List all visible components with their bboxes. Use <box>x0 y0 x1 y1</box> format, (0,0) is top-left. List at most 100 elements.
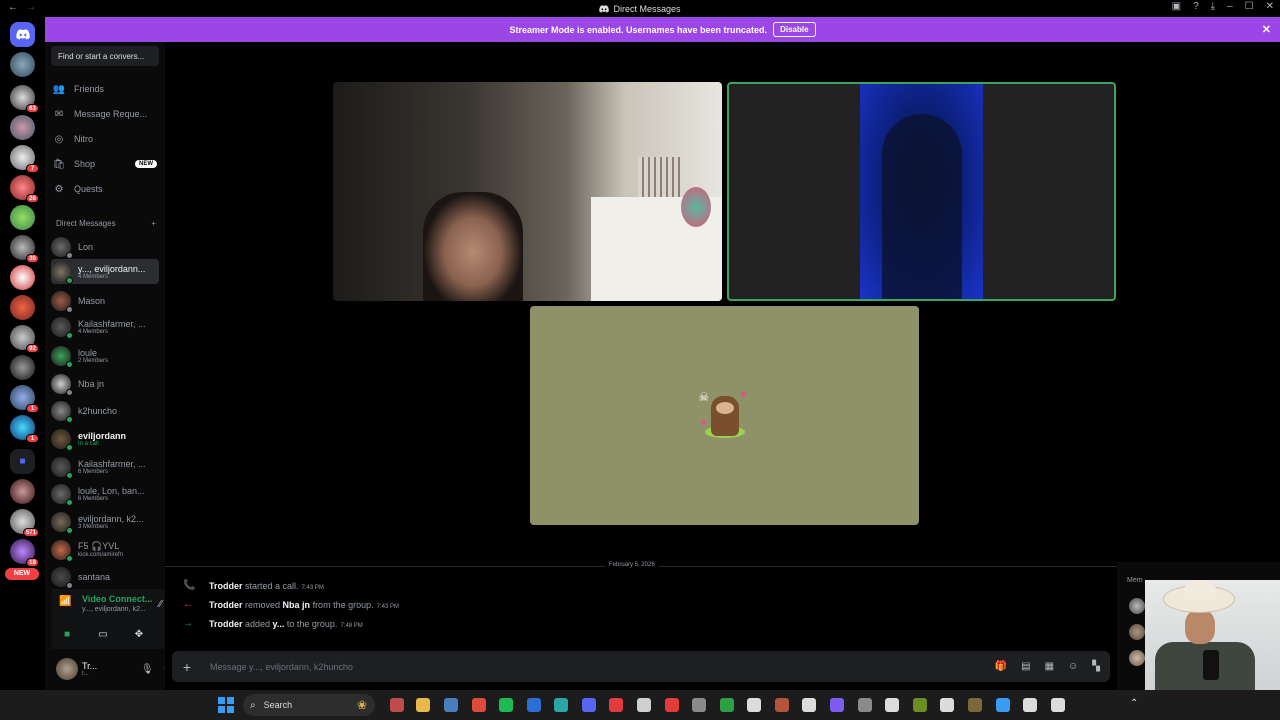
close-icon[interactable]: ✕ <box>1262 23 1271 36</box>
message-target[interactable]: y... <box>273 619 285 629</box>
discord-taskbar-icon[interactable] <box>582 698 596 712</box>
app-icon[interactable] <box>554 698 568 712</box>
video-tile[interactable] <box>333 82 722 301</box>
dm-item[interactable]: loule 2 Members <box>51 343 159 368</box>
nav-shop[interactable]: 🛍 Shop NEW <box>53 154 163 174</box>
app-icon[interactable] <box>775 698 789 712</box>
server-icon[interactable] <box>10 115 35 140</box>
close-window-icon[interactable]: ✕ <box>1266 1 1274 12</box>
youtube-icon[interactable] <box>609 698 623 712</box>
media-app-icon[interactable] <box>665 698 679 712</box>
dm-item[interactable]: Mason <box>51 288 159 313</box>
taskbar-search[interactable]: ⌕ Search ❀ <box>243 694 375 716</box>
nav-friends[interactable]: 👥 Friends <box>53 79 163 99</box>
download-icon[interactable]: ⤓ <box>1211 1 1215 12</box>
gif-icon[interactable]: ▤ <box>1021 661 1030 672</box>
avatar-tile[interactable]: ☠ ♥ ♥ <box>530 306 919 525</box>
dm-item[interactable]: Nba jn <box>51 371 159 396</box>
dm-item[interactable]: santana <box>51 564 159 589</box>
app-icon[interactable] <box>637 698 651 712</box>
gamepad-icon[interactable] <box>858 698 872 712</box>
dm-item[interactable]: k2huncho <box>51 398 159 423</box>
message-actor[interactable]: Trodder <box>209 581 243 591</box>
message-input[interactable]: Message y..., eviljordann, k2huncho <box>210 662 353 672</box>
dm-item[interactable]: F5 🎧YVL kick.com/amirefn <box>51 537 159 562</box>
message-actor[interactable]: Trodder <box>209 619 243 629</box>
server-icon[interactable] <box>10 479 35 504</box>
dm-item[interactable]: loule, Lon, ban... 6 Members <box>51 481 159 506</box>
dm-item[interactable]: Kailashfarmer, ... 4 Members <box>51 314 159 339</box>
app-icon[interactable] <box>913 698 927 712</box>
chrome-icon[interactable] <box>472 698 486 712</box>
app-icon[interactable] <box>885 698 899 712</box>
activities-icon[interactable]: ✥ <box>131 627 147 641</box>
app-icon[interactable] <box>996 698 1010 712</box>
sticker-icon[interactable]: ▦ <box>1045 661 1054 672</box>
dm-item[interactable]: y..., eviljordann... 4 Members <box>51 259 159 284</box>
minimize-icon[interactable]: – <box>1227 1 1233 12</box>
server-icon[interactable]: 63 <box>10 85 39 113</box>
nav-quests[interactable]: ⚙ Quests <box>53 179 163 199</box>
server-icon[interactable] <box>10 52 35 77</box>
server-icon[interactable] <box>10 205 35 230</box>
back-arrow-icon[interactable]: ← <box>8 2 18 13</box>
dm-item[interactable]: eviljordann In a call <box>51 426 159 451</box>
app-icon[interactable] <box>802 698 816 712</box>
create-dm-icon[interactable]: + <box>151 219 156 228</box>
server-icon[interactable]: 92 <box>10 325 39 353</box>
attach-plus-icon[interactable]: + <box>172 659 202 675</box>
screen-share-icon[interactable]: ▭ <box>95 627 111 641</box>
file-explorer-icon[interactable] <box>416 698 430 712</box>
dm-item[interactable]: eviljordann, k2... 3 Members <box>51 509 159 534</box>
member-avatar[interactable] <box>1129 650 1145 666</box>
app-icon[interactable] <box>1051 698 1065 712</box>
server-icon[interactable]: 26 <box>10 175 39 203</box>
video-tile-speaking[interactable] <box>727 82 1116 301</box>
gift-icon[interactable]: 🎁 <box>995 661 1007 672</box>
noise-suppression-icon[interactable]: ⁄⁄ <box>159 599 162 610</box>
member-avatar[interactable] <box>1129 598 1145 614</box>
epic-games-icon[interactable] <box>747 698 761 712</box>
microphone-icon[interactable]: 🎙 <box>141 664 154 675</box>
find-conversation-input[interactable]: Find or start a convers... <box>51 46 159 66</box>
nav-message-requests[interactable]: ✉ Message Reque... <box>53 104 163 124</box>
browser-app-icon[interactable] <box>390 698 404 712</box>
member-avatar[interactable] <box>1129 624 1145 640</box>
voice-status[interactable]: Video Connect... <box>82 594 152 604</box>
server-icon[interactable] <box>10 355 35 380</box>
message-actor[interactable]: Trodder <box>209 600 243 610</box>
spotify-icon[interactable] <box>499 698 513 712</box>
server-icon[interactable] <box>10 265 35 290</box>
maximize-icon[interactable]: ☐ <box>1245 1 1254 12</box>
settings-app-icon[interactable] <box>692 698 706 712</box>
app-icon[interactable] <box>830 698 844 712</box>
app-icon[interactable] <box>940 698 954 712</box>
dm-item[interactable]: Lon <box>51 234 159 259</box>
app-icon[interactable] <box>1023 698 1037 712</box>
windows-start-icon[interactable] <box>218 697 234 713</box>
emoji-icon[interactable]: ☺ <box>1068 661 1078 672</box>
server-icon[interactable]: 30 <box>10 235 39 263</box>
folder-icon[interactable]: ■ <box>10 449 35 474</box>
disable-streamer-mode-button[interactable]: Disable <box>773 22 816 37</box>
message-composer[interactable]: + Message y..., eviljordann, k2huncho 🎁 … <box>172 651 1110 682</box>
photos-app-icon[interactable] <box>444 698 458 712</box>
server-icon[interactable]: 571 <box>10 509 39 537</box>
chevron-up-icon[interactable]: ⌃ <box>1130 698 1138 709</box>
camera-icon[interactable]: ■ <box>59 627 75 641</box>
minecraft-icon[interactable] <box>720 698 734 712</box>
server-icon[interactable]: 18 <box>10 539 39 567</box>
apps-icon[interactable]: ▚ <box>1092 661 1100 672</box>
screen-share-icon[interactable]: ▣ <box>1172 1 1181 12</box>
forward-arrow-icon[interactable]: → <box>26 2 36 13</box>
message-target[interactable]: Nba jn <box>283 600 311 610</box>
dm-item[interactable]: Kailashfarmer, ... 6 Members <box>51 454 159 479</box>
server-icon[interactable]: 7 <box>10 145 39 173</box>
avatar[interactable] <box>56 658 78 680</box>
nav-nitro[interactable]: ◎ Nitro <box>53 129 163 149</box>
home-button[interactable] <box>10 22 35 47</box>
server-icon[interactable]: 1 <box>10 415 39 443</box>
app-icon[interactable] <box>968 698 982 712</box>
server-icon[interactable]: 1 <box>10 385 39 413</box>
editor-app-icon[interactable] <box>527 698 541 712</box>
